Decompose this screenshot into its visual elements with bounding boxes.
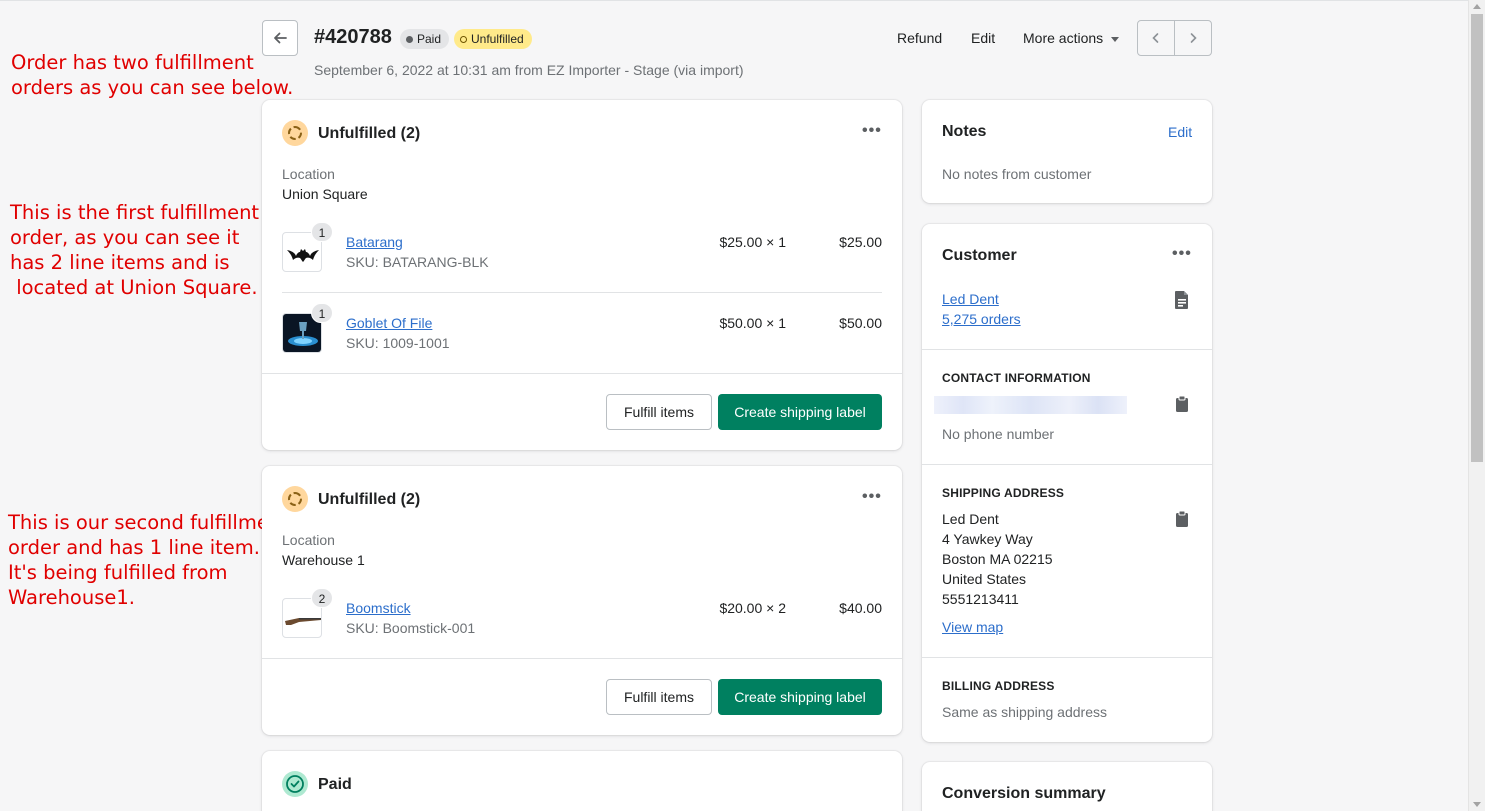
create-shipping-label-button[interactable]: Create shipping label (718, 394, 882, 430)
location-label: Location (282, 532, 335, 548)
shipping-address-heading: SHIPPING ADDRESS (942, 486, 1065, 500)
clipboard-icon[interactable] (1175, 510, 1189, 533)
section-divider (922, 657, 1212, 658)
paid-badge-label: Paid (417, 32, 442, 46)
unit-price: $25.00 × 1 (719, 234, 786, 250)
status-ring-icon (460, 35, 467, 43)
page-scrollbar[interactable] (1468, 0, 1485, 811)
paid-badge: Paid (400, 29, 450, 49)
arrow-left-icon (274, 32, 287, 44)
section-divider (922, 349, 1212, 350)
fulfillment-card-warehouse: Unfulfilled (2) ••• Location Warehouse 1… (262, 466, 902, 735)
card-footer-divider (262, 373, 902, 374)
quantity-badge: 1 (311, 222, 333, 242)
shipping-phone: 5551213411 (942, 591, 1019, 607)
paid-status-icon (282, 771, 308, 797)
quantity-badge: 2 (311, 588, 333, 608)
phone-number: No phone number (942, 426, 1055, 442)
fulfillment-status-title: Unfulfilled (2) (318, 125, 421, 142)
order-number: #420788 (314, 26, 392, 48)
unfulfilled-badge: Unfulfilled (454, 29, 532, 49)
annotation-second-fulfillment-order: This is our second fulfillment order and… (8, 511, 289, 609)
product-link-batarang[interactable]: Batarang (346, 234, 403, 250)
redacted-email (934, 396, 1127, 414)
conversion-summary-title: Conversion summary (942, 785, 1106, 802)
notes-body: No notes from customer (942, 166, 1092, 182)
billing-address-body: Same as shipping address (942, 704, 1107, 720)
customer-orders-link[interactable]: 5,275 orders (942, 311, 1021, 327)
more-options-icon[interactable]: ••• (862, 488, 882, 506)
unfulfilled-status-icon (282, 486, 308, 512)
payment-card: Paid (262, 751, 902, 811)
customer-title: Customer (942, 247, 1017, 264)
view-map-link[interactable]: View map (942, 619, 1003, 635)
annotation-two-fulfillment-orders: Order has two fulfillment orders as you … (11, 51, 294, 99)
order-subtitle: September 6, 2022 at 10:31 am from EZ Im… (314, 62, 744, 78)
chevron-right-icon (1190, 33, 1197, 43)
card-footer-divider (262, 658, 902, 659)
fulfill-items-button[interactable]: Fulfill items (606, 679, 712, 715)
create-shipping-label-button[interactable]: Create shipping label (718, 679, 882, 715)
fulfillment-status-title: Unfulfilled (2) (318, 491, 421, 508)
more-actions-button[interactable]: More actions (1023, 30, 1120, 46)
fulfill-items-button[interactable]: Fulfill items (606, 394, 712, 430)
billing-address-heading: BILLING ADDRESS (942, 679, 1055, 693)
more-options-icon[interactable]: ••• (862, 122, 882, 140)
item-divider (282, 292, 882, 293)
product-sku: SKU: 1009-1001 (346, 335, 450, 351)
product-link-goblet[interactable]: Goblet Of File (346, 315, 432, 331)
shipping-country: United States (942, 571, 1027, 587)
next-order-button[interactable] (1174, 21, 1211, 55)
customer-name-link[interactable]: Led Dent (942, 291, 999, 307)
scroll-down-icon[interactable] (1473, 802, 1481, 807)
more-actions-label: More actions (1023, 30, 1104, 46)
refund-button[interactable]: Refund (897, 30, 942, 46)
check-circle-icon (286, 775, 304, 793)
order-pager (1137, 20, 1212, 56)
notes-title: Notes (942, 123, 987, 140)
quantity-badge: 1 (311, 303, 333, 323)
product-link-boomstick[interactable]: Boomstick (346, 600, 411, 616)
payment-title: Paid (318, 776, 352, 793)
edit-button[interactable]: Edit (971, 30, 995, 46)
shipping-name: Led Dent (942, 511, 999, 527)
annotation-first-fulfillment-order: This is the first fulfillment order, as … (10, 201, 260, 299)
top-border (0, 0, 1468, 1)
location-name: Union Square (282, 186, 368, 202)
caret-down-icon (1111, 36, 1120, 42)
customer-card: Customer ••• Led Dent 5,275 orders CONTA… (922, 224, 1212, 742)
location-label: Location (282, 166, 335, 182)
scroll-up-icon[interactable] (1473, 4, 1481, 9)
line-total: $40.00 (839, 600, 882, 616)
edit-notes-button[interactable]: Edit (1168, 124, 1192, 140)
unfulfilled-status-icon (282, 120, 308, 146)
contact-info-heading: CONTACT INFORMATION (942, 371, 1091, 385)
scrollbar-thumb[interactable] (1471, 14, 1483, 462)
chevron-left-icon (1152, 33, 1159, 43)
shipping-city: Boston MA 02215 (942, 551, 1053, 567)
unit-price: $20.00 × 2 (719, 600, 786, 616)
more-options-icon[interactable]: ••• (1172, 245, 1192, 263)
previous-order-button[interactable] (1138, 21, 1174, 55)
unit-price: $50.00 × 1 (719, 315, 786, 331)
fulfillment-card-union-square: Unfulfilled (2) ••• Location Union Squar… (262, 100, 902, 450)
conversion-summary-card: Conversion summary (922, 762, 1212, 811)
shipping-street: 4 Yawkey Way (942, 531, 1033, 547)
product-sku: SKU: BATARANG-BLK (346, 254, 489, 270)
section-divider (922, 464, 1212, 465)
line-total: $25.00 (839, 234, 882, 250)
status-dot-icon (406, 35, 413, 43)
back-button[interactable] (262, 20, 298, 56)
notes-card: Notes Edit No notes from customer (922, 100, 1212, 203)
location-name: Warehouse 1 (282, 552, 365, 568)
unfulfilled-badge-label: Unfulfilled (471, 32, 524, 46)
document-icon[interactable] (1174, 290, 1190, 315)
line-total: $50.00 (839, 315, 882, 331)
clipboard-icon[interactable] (1175, 395, 1189, 418)
product-sku: SKU: Boomstick-001 (346, 620, 476, 636)
